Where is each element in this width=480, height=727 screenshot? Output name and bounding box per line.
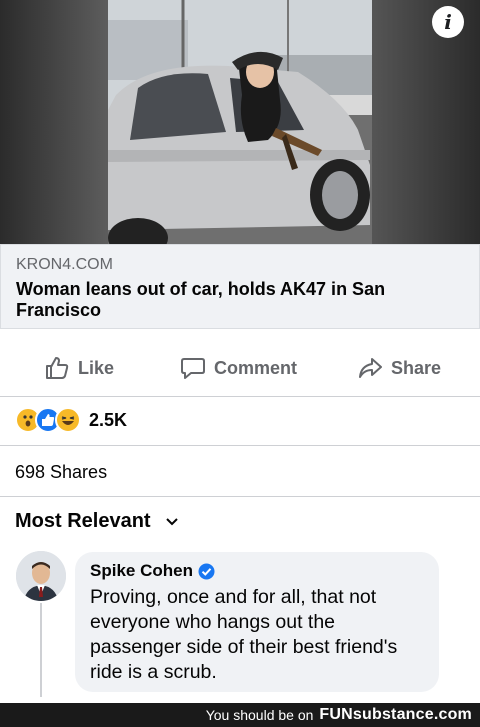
media-info-button[interactable]: i: [432, 6, 464, 38]
post-actions-bar: Like Comment Share: [0, 340, 480, 396]
chevron-down-icon: [165, 517, 178, 525]
divider: [0, 445, 480, 446]
like-label: Like: [78, 357, 115, 378]
comment-sort-selector[interactable]: Most Relevant: [15, 510, 179, 533]
comment-label: Comment: [214, 357, 298, 378]
media-blur-left: [0, 0, 108, 244]
comment-text: Proving, once and for all, that not ever…: [90, 586, 398, 683]
post-media[interactable]: i: [0, 0, 480, 244]
post-photo: [108, 0, 372, 244]
comment-author-name[interactable]: Spike Cohen: [90, 561, 193, 581]
divider: [0, 496, 480, 497]
link-domain: KRON4.COM: [16, 256, 113, 273]
footer-brand: FUNsubstance.com: [319, 706, 472, 723]
like-button[interactable]: Like: [44, 340, 114, 396]
comment-author[interactable]: Spike Cohen: [90, 561, 215, 581]
share-label: Share: [391, 357, 442, 378]
verified-badge-icon: [198, 563, 215, 579]
divider: [0, 396, 480, 397]
comment-thread-line: [40, 603, 42, 697]
link-preview[interactable]: KRON4.COM Woman leans out of car, holds …: [0, 244, 480, 329]
watermark-footer: You should be on FUNsubstance.com: [0, 703, 480, 727]
comment-bubble-icon: [181, 358, 205, 379]
comment-button[interactable]: Comment: [180, 340, 297, 396]
sort-label: Most Relevant: [15, 510, 151, 532]
reaction-count: 2.5K: [89, 409, 128, 430]
footer-prefix: You should be on: [205, 707, 314, 723]
share-button[interactable]: Share: [357, 340, 441, 396]
comment-bubble[interactable]: Spike Cohen Proving, once and for all, t…: [75, 552, 439, 692]
avatar[interactable]: [16, 551, 66, 601]
reactions-summary[interactable]: 2.5K: [15, 406, 127, 434]
haha-reaction-icon: [55, 407, 81, 433]
shares-count[interactable]: 698 Shares: [15, 462, 107, 483]
thumbs-up-icon: [46, 357, 69, 379]
media-blur-right: [372, 0, 480, 244]
share-arrow-icon: [359, 358, 382, 378]
link-title[interactable]: Woman leans out of car, holds AK47 in Sa…: [16, 279, 436, 321]
